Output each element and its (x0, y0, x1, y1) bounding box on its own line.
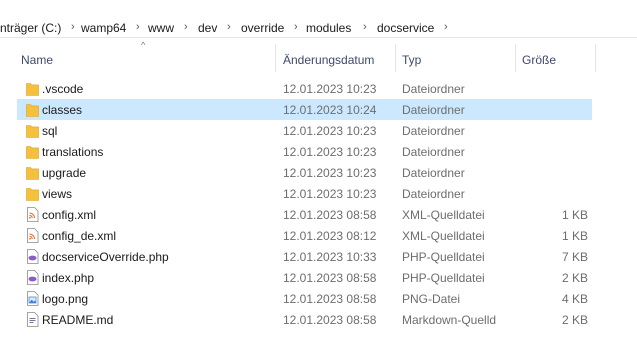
file-row[interactable]: logo.png 12.01.2023 08:58 PNG-Datei 4 KB (17, 288, 592, 309)
file-row[interactable]: docserviceOverride.php 12.01.2023 10:33 PH… (17, 246, 592, 267)
file-size: 2 KB (561, 271, 588, 285)
file-row[interactable]: index.php 12.01.2023 08:58 PHP-Quelldatei 2… (17, 267, 592, 288)
file-size: 1 KB (561, 229, 588, 243)
file-date: 12.01.2023 10:23 (283, 187, 377, 201)
file-row[interactable]: classes 12.01.2023 10:24 Dateiordner (17, 99, 592, 120)
breadcrumb-item-www[interactable]: www (148, 21, 174, 35)
file-name[interactable]: upgrade (42, 166, 86, 180)
folder-icon (26, 81, 39, 96)
file-size: 1 KB (561, 208, 588, 222)
file-type: Dateiordner (402, 82, 465, 96)
breadcrumb-item-wamp64[interactable]: wamp64 (81, 21, 126, 35)
breadcrumb-item-dev[interactable]: dev (198, 21, 217, 35)
file-row[interactable]: config.xml 12.01.2023 08:58 XML-Quelldatei… (17, 204, 592, 225)
file-date: 12.01.2023 08:12 (283, 229, 377, 243)
breadcrumb-separator-icon[interactable]: › (184, 21, 188, 33)
file-type: Dateiordner (402, 187, 465, 201)
file-name[interactable]: logo.png (42, 292, 88, 306)
file-name[interactable]: config.xml (42, 208, 96, 222)
file-row[interactable]: sql 12.01.2023 10:23 Dateiordner (17, 120, 592, 141)
file-date: 12.01.2023 08:58 (283, 208, 377, 222)
file-size: 7 KB (561, 250, 588, 264)
file-type: Markdown-Quelld (402, 313, 497, 327)
folder-icon (26, 123, 39, 138)
breadcrumb-item-override[interactable]: override (241, 21, 284, 35)
file-type: PHP-Quelldatei (402, 271, 485, 285)
file-row[interactable]: upgrade 12.01.2023 10:23 Dateiordner (17, 162, 592, 183)
file-name[interactable]: docserviceOverride.php (42, 250, 169, 264)
column-header-date[interactable]: Änderungsdatum (283, 53, 374, 67)
sort-ascending-icon: ^ (141, 40, 146, 50)
file-row[interactable]: views 12.01.2023 10:23 Dateiordner (17, 183, 592, 204)
file-date: 12.01.2023 10:23 (283, 82, 377, 96)
breadcrumb-separator-icon[interactable]: › (71, 21, 75, 33)
file-name[interactable]: README.md (42, 313, 113, 327)
file-type: Dateiordner (402, 124, 465, 138)
file-type: XML-Quelldatei (402, 229, 485, 243)
breadcrumb-item-drive[interactable]: nträger (C:) (0, 21, 61, 35)
column-divider[interactable] (595, 44, 596, 72)
file-type: XML-Quelldatei (402, 208, 485, 222)
file-type: PNG-Datei (402, 292, 461, 306)
xml-file-icon (26, 207, 39, 222)
file-type: PHP-Quelldatei (402, 250, 485, 264)
folder-icon (26, 165, 39, 180)
file-name[interactable]: sql (42, 124, 57, 138)
file-date: 12.01.2023 10:23 (283, 145, 377, 159)
column-header-type[interactable]: Typ (402, 53, 421, 67)
file-type: Dateiordner (402, 103, 465, 117)
column-header-size[interactable]: Größe (522, 53, 556, 67)
file-date: 12.01.2023 10:23 (283, 166, 377, 180)
markdown-file-icon (26, 312, 39, 327)
file-date: 12.01.2023 10:24 (283, 103, 377, 117)
file-date: 12.01.2023 08:58 (283, 292, 377, 306)
file-name[interactable]: views (42, 187, 72, 201)
breadcrumb-item-modules[interactable]: modules (306, 21, 351, 35)
breadcrumb-separator-icon[interactable]: › (294, 21, 298, 33)
file-date: 12.01.2023 10:33 (283, 250, 377, 264)
file-name[interactable]: config_de.xml (42, 229, 116, 243)
folder-icon (26, 102, 39, 117)
column-divider[interactable] (395, 44, 396, 72)
breadcrumb-separator-icon[interactable]: › (227, 21, 231, 33)
file-size: 2 KB (561, 313, 588, 327)
breadcrumb-item-docservice[interactable]: docservice (377, 21, 434, 35)
file-name[interactable]: index.php (42, 271, 94, 285)
php-file-icon (26, 249, 39, 264)
php-file-icon (26, 270, 39, 285)
file-name[interactable]: classes (42, 103, 82, 117)
xml-file-icon (26, 228, 39, 243)
column-divider[interactable] (275, 44, 276, 72)
file-row[interactable]: config_de.xml 12.01.2023 08:12 XML-Quellda… (17, 225, 592, 246)
breadcrumb-separator-icon[interactable]: › (363, 21, 367, 33)
breadcrumb: nträger (C:) › wamp64 › www › dev › over… (0, 0, 637, 38)
file-row[interactable]: README.md 12.01.2023 08:58 Markdown-Quelld… (17, 309, 592, 330)
column-header-name[interactable]: Name (21, 53, 53, 67)
folder-icon (26, 186, 39, 201)
folder-icon (26, 144, 39, 159)
breadcrumb-separator-icon[interactable]: › (444, 21, 448, 33)
file-name[interactable]: translations (42, 145, 103, 159)
column-divider[interactable] (515, 44, 516, 72)
file-size: 4 KB (561, 292, 588, 306)
file-date: 12.01.2023 10:23 (283, 124, 377, 138)
image-file-icon (26, 291, 39, 306)
file-date: 12.01.2023 08:58 (283, 271, 377, 285)
file-name[interactable]: .vscode (42, 82, 83, 96)
breadcrumb-separator-icon[interactable]: › (136, 21, 140, 33)
file-row[interactable]: translations 12.01.2023 10:23 Dateiordner (17, 141, 592, 162)
file-row[interactable]: .vscode 12.01.2023 10:23 Dateiordner (17, 78, 592, 99)
file-type: Dateiordner (402, 166, 465, 180)
file-date: 12.01.2023 08:58 (283, 313, 377, 327)
file-type: Dateiordner (402, 145, 465, 159)
